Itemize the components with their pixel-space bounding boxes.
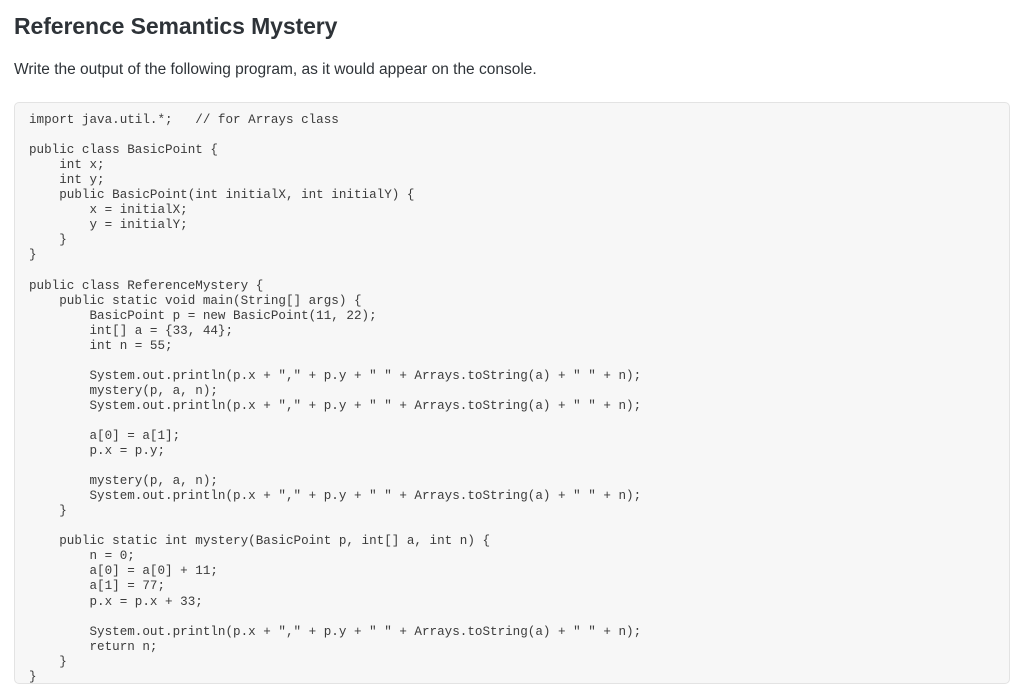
code-line: int x; (29, 158, 105, 173)
java-source-code: import java.util.*; // for Arrays class … (29, 113, 995, 684)
question-prompt: Write the output of the following progra… (14, 61, 537, 78)
code-line: } (29, 233, 67, 248)
page-title: Reference Semantics Mystery (14, 13, 338, 39)
code-line: y = initialY; (29, 218, 188, 233)
code-line: } (29, 504, 67, 519)
code-line: return n; (29, 639, 158, 654)
code-line: public class BasicPoint { (29, 143, 218, 158)
code-line: public BasicPoint(int initialX, int init… (29, 188, 415, 203)
code-line: public static int mystery(BasicPoint p, … (29, 534, 491, 549)
code-line: System.out.println(p.x + "," + p.y + " "… (29, 398, 642, 413)
code-block-container: import java.util.*; // for Arrays class … (14, 102, 1010, 684)
code-content: import java.util.*; // for Arrays class … (29, 113, 995, 684)
code-line: a[1] = 77; (29, 579, 166, 594)
code-line: a[0] = a[0] + 11; (29, 564, 218, 579)
code-line: p.x = p.x + 33; (29, 594, 203, 609)
question-page: Reference Semantics Mystery Write the ou… (0, 0, 1024, 684)
code-line: int[] a = {33, 44}; (29, 323, 234, 338)
code-line: public class ReferenceMystery { (29, 278, 264, 293)
code-line: System.out.println(p.x + "," + p.y + " "… (29, 624, 642, 639)
code-line: int y; (29, 173, 105, 188)
code-line: int n = 55; (29, 338, 173, 353)
code-line: import java.util.*; // for Arrays class (29, 113, 339, 127)
code-line: x = initialX; (29, 203, 188, 218)
code-line: n = 0; (29, 549, 135, 564)
code-line: public static void main(String[] args) { (29, 293, 362, 308)
code-line: mystery(p, a, n); (29, 474, 218, 489)
code-line: } (29, 248, 37, 263)
code-line: mystery(p, a, n); (29, 383, 218, 398)
code-line: } (29, 669, 37, 684)
code-line: BasicPoint p = new BasicPoint(11, 22); (29, 308, 377, 323)
code-line: } (29, 654, 67, 669)
code-line: p.x = p.y; (29, 444, 166, 459)
code-line: System.out.println(p.x + "," + p.y + " "… (29, 368, 642, 383)
code-line: System.out.println(p.x + "," + p.y + " "… (29, 489, 642, 504)
code-line: a[0] = a[1]; (29, 428, 181, 443)
